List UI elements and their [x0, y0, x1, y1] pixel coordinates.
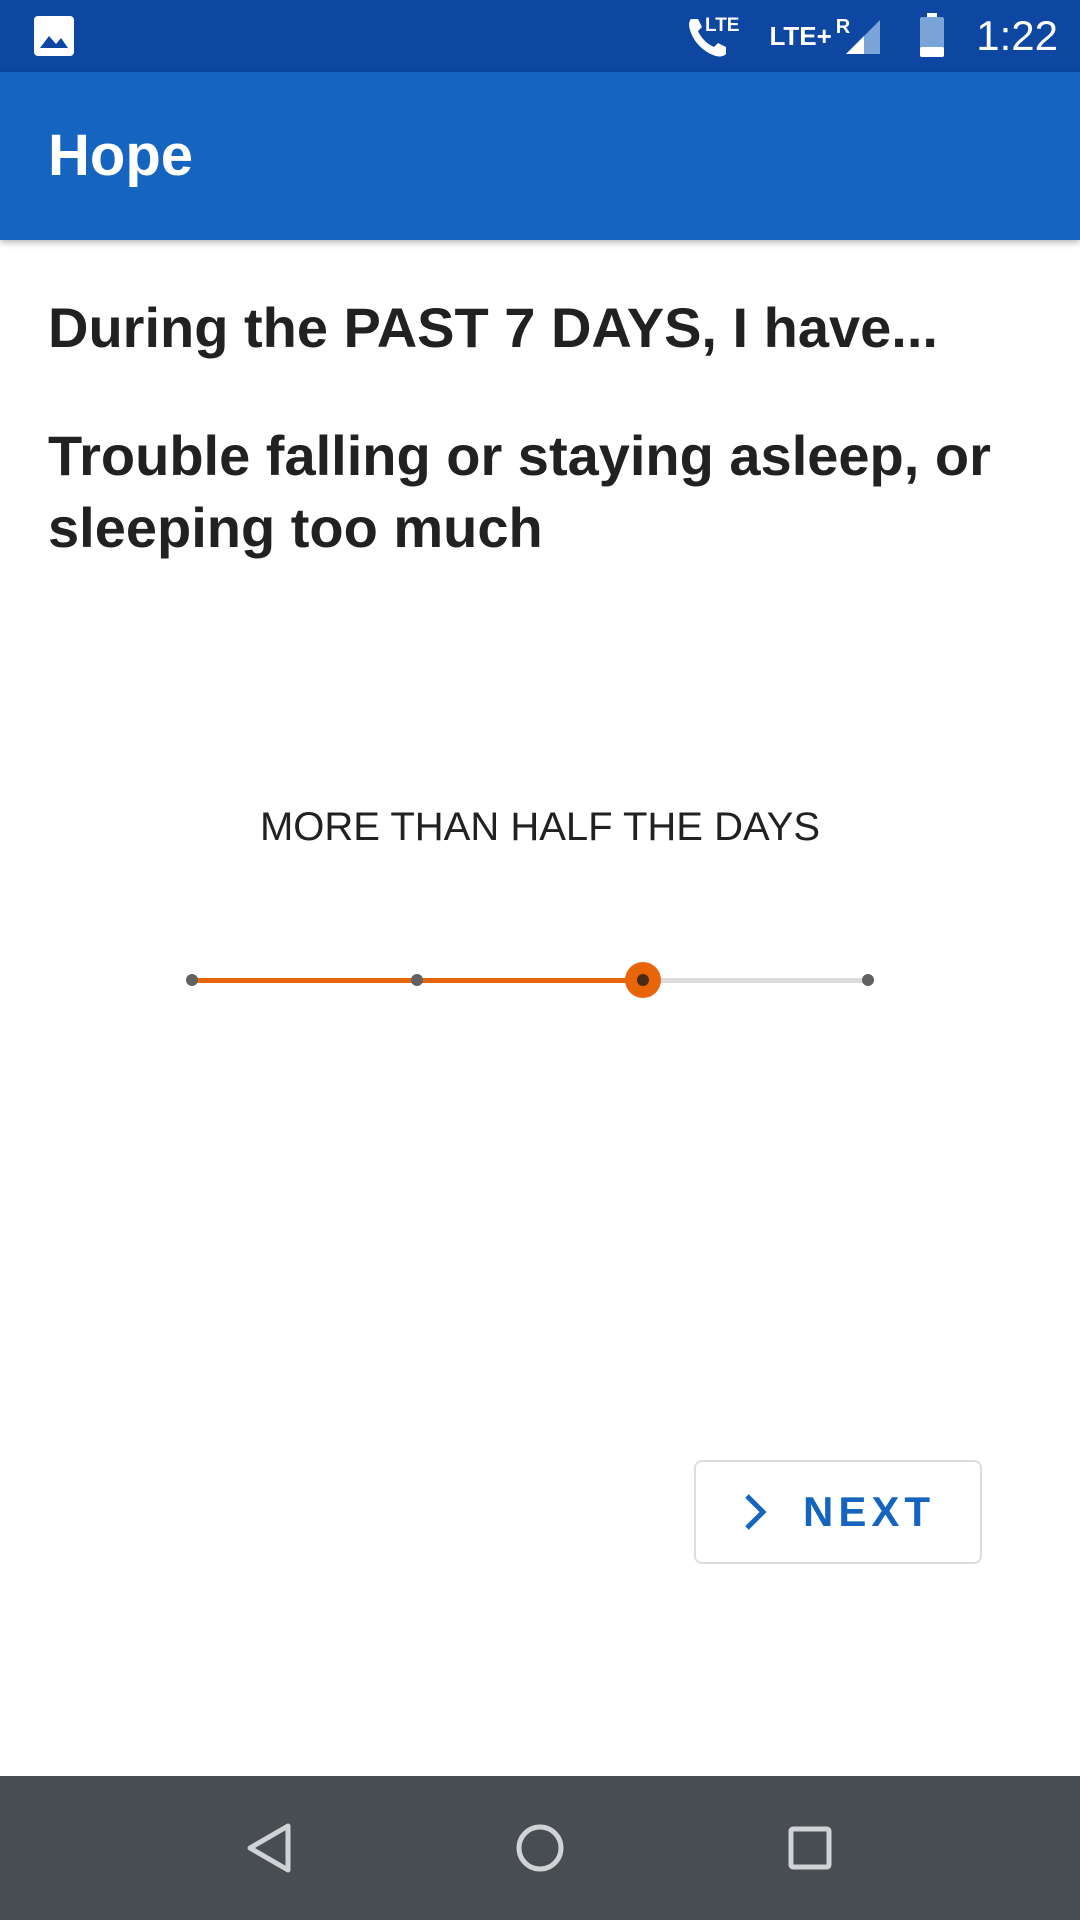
- back-icon[interactable]: [230, 1808, 310, 1888]
- survey-prompt: During the PAST 7 DAYS, I have...: [48, 296, 938, 359]
- battery-icon: [920, 13, 945, 57]
- app-title: Hope: [48, 123, 193, 188]
- home-icon[interactable]: [500, 1808, 580, 1888]
- selected-answer-label: MORE THAN HALF THE DAYS: [259, 805, 821, 849]
- app-bar: Hope: [0, 72, 1080, 240]
- slider-thumb[interactable]: [624, 962, 661, 998]
- call-label: LTE: [705, 15, 739, 36]
- next-label: NEXT: [802, 1488, 935, 1535]
- signal-icon: [846, 20, 881, 54]
- status-indicators: LTE LTE+ R 1:22: [685, 0, 1058, 72]
- network-type-label: LTE+: [769, 20, 832, 51]
- survey-question: Trouble falling or staying asleep, or sl…: [48, 424, 991, 559]
- slider-tick[interactable]: [862, 974, 874, 986]
- status-bar: LTE LTE+ R 1:22: [0, 0, 1080, 72]
- answer-slider[interactable]: [160, 950, 900, 1010]
- lte-call-icon: LTE: [689, 15, 740, 57]
- recents-icon[interactable]: [770, 1808, 850, 1888]
- clock: 1:22: [976, 12, 1058, 59]
- next-button[interactable]: NEXT: [694, 1460, 982, 1564]
- gallery-icon: [34, 16, 74, 56]
- navigation-bar: [0, 1776, 1080, 1920]
- slider-thumb-dot: [636, 974, 649, 986]
- slider-tick[interactable]: [411, 974, 424, 986]
- chevron-right-icon: [745, 1494, 767, 1530]
- slider-tick[interactable]: [186, 974, 198, 986]
